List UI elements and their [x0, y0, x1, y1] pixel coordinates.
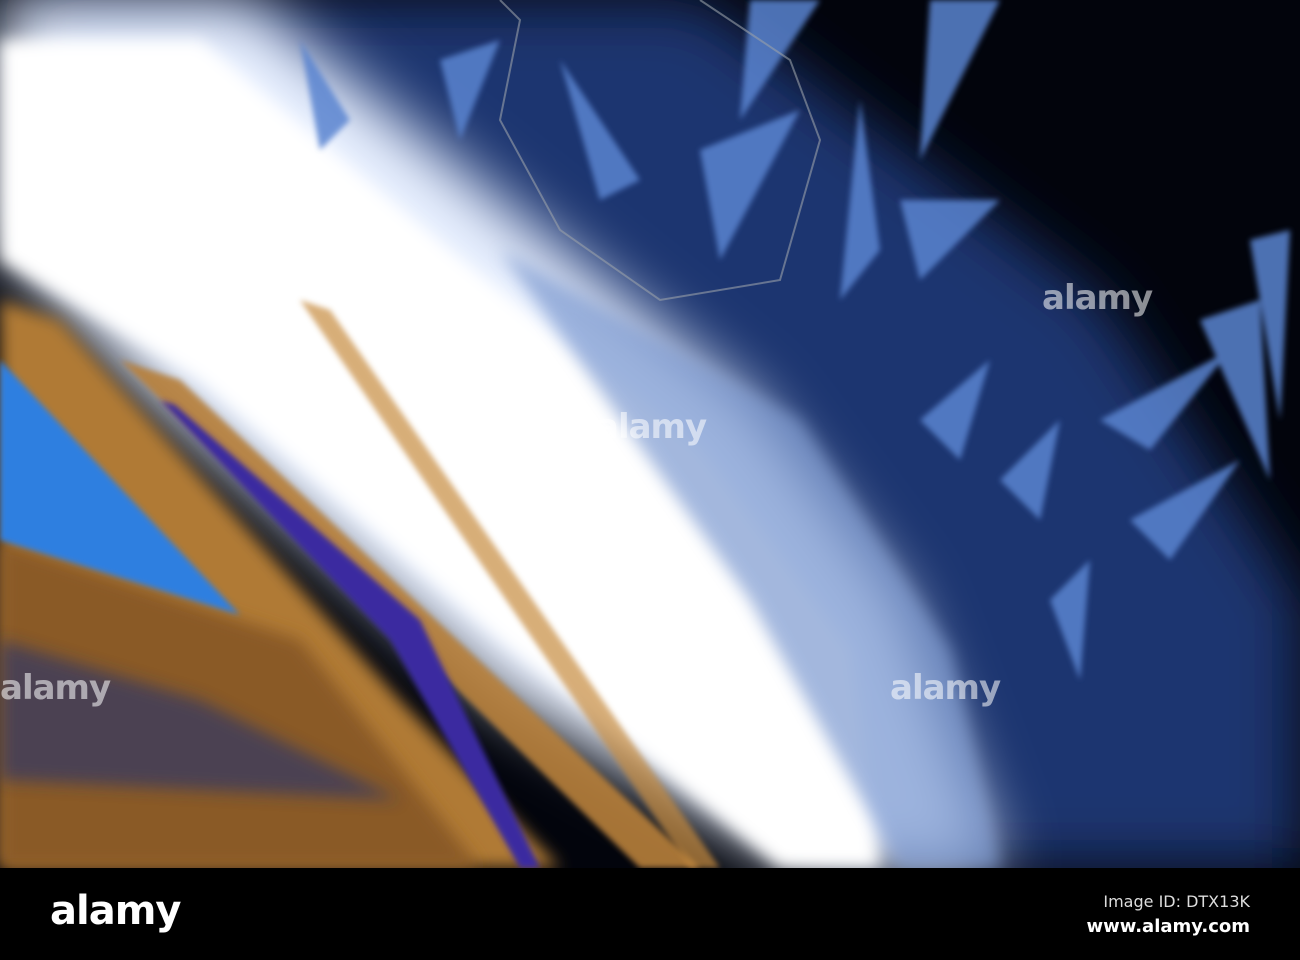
site-url: www.alamy.com: [1086, 916, 1250, 937]
crystal-micrograph-photo: alamy alamy alamy alamy alamy: [0, 0, 1300, 868]
image-id: Image ID: DTX13K: [1103, 892, 1250, 911]
watermark: alamy: [0, 668, 111, 708]
watermark: alamy: [152, 278, 263, 318]
watermark: alamy: [1042, 278, 1153, 318]
footer-bar: alamy Image ID: DTX13K www.alamy.com: [0, 868, 1300, 960]
watermark: alamy: [890, 668, 1001, 708]
alamy-logo: alamy: [50, 888, 181, 934]
watermark: alamy: [596, 407, 707, 447]
